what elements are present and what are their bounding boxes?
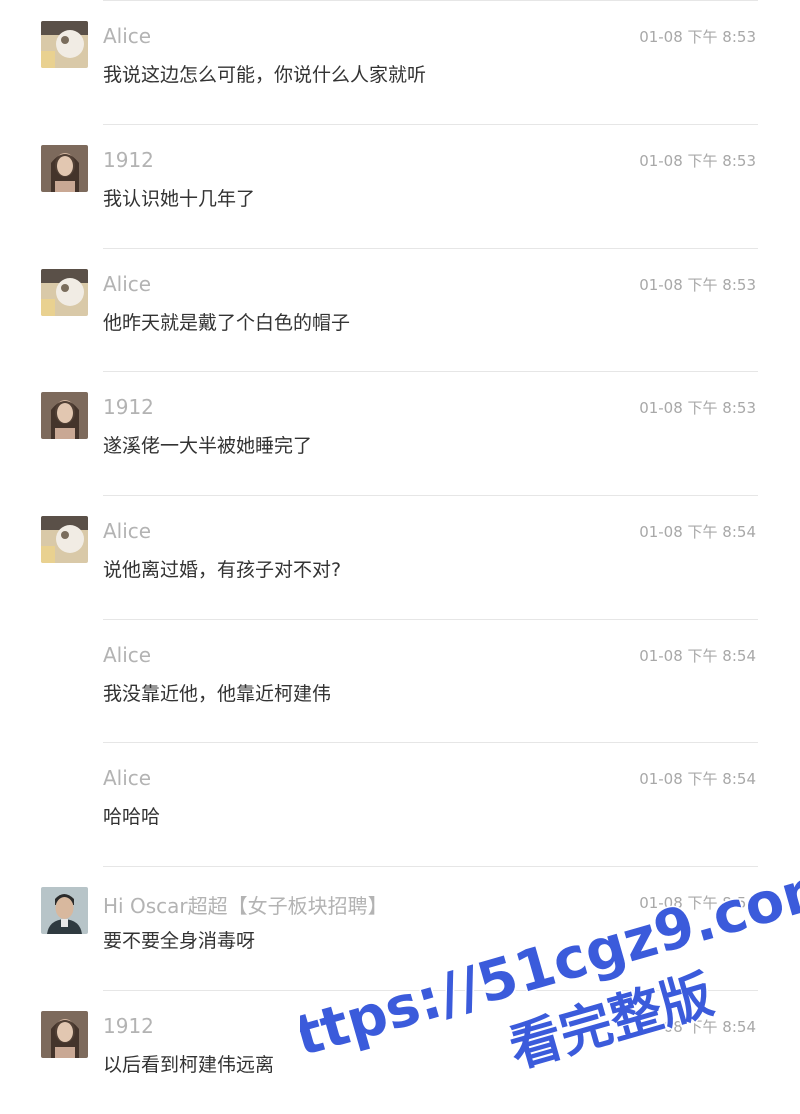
sender-name[interactable]: 1912 [103, 395, 154, 419]
sender-name[interactable]: Alice [103, 766, 151, 790]
sender-name[interactable]: Alice [103, 643, 151, 667]
message-time: 01-08 下午 8:54 [639, 770, 756, 788]
sender-name[interactable]: 1912 [103, 148, 154, 172]
message-divider [103, 0, 758, 1]
message-divider [103, 495, 758, 496]
message-divider [103, 248, 758, 249]
sender-name[interactable]: Alice [103, 519, 151, 543]
message-text: 我说这边怎么可能，你说什么人家就听 [103, 64, 427, 86]
message-divider [103, 742, 758, 743]
alice-avatar-icon[interactable] [41, 21, 88, 68]
message-divider [103, 619, 758, 620]
message-divider [103, 990, 758, 991]
message-text: 以后看到柯建伟远离 [103, 1054, 275, 1076]
1912-avatar-icon[interactable] [41, 392, 88, 439]
oscar-avatar-icon[interactable] [41, 887, 88, 934]
alice-avatar-icon[interactable] [41, 269, 88, 316]
message-item: Hi Oscar超超【女子板块招聘】 01-08 下午 8:54 要不要全身消毒… [0, 866, 800, 990]
message-text: 我认识她十几年了 [103, 188, 256, 210]
message-item: Alice 01-08 下午 8:53 他昨天就是戴了个白色的帽子 [0, 248, 800, 372]
1912-avatar-icon[interactable] [41, 145, 88, 192]
message-text: 哈哈哈 [103, 806, 161, 828]
message-time: 01-08 下午 8:54 [639, 894, 756, 912]
1912-avatar-icon[interactable] [41, 1011, 88, 1058]
message-item: Alice 01-08 下午 8:53 我说这边怎么可能，你说什么人家就听 [0, 0, 800, 124]
sender-name[interactable]: Alice [103, 24, 151, 48]
message-item: Alice 01-08 下午 8:54 说他离过婚，有孩子对不对? [0, 495, 800, 619]
message-time: 01-08 下午 8:53 [639, 399, 756, 417]
sender-name[interactable]: Alice [103, 272, 151, 296]
message-text: 遂溪佬一大半被她睡完了 [103, 435, 313, 457]
sender-name[interactable]: Hi Oscar超超【女子板块招聘】 [103, 890, 388, 919]
message-text: 他昨天就是戴了个白色的帽子 [103, 312, 351, 334]
message-divider [103, 866, 758, 867]
message-time: 01-08 下午 8:54 [639, 647, 756, 665]
alice-avatar-icon[interactable] [41, 516, 88, 563]
message-time: 01-08 下午 8:54 [639, 523, 756, 541]
message-time: 01-08 下午 8:53 [639, 276, 756, 294]
message-divider [103, 124, 758, 125]
message-divider [103, 371, 758, 372]
message-time: 01-08 下午 8:54 [639, 1018, 756, 1036]
message-text: 我没靠近他，他靠近柯建伟 [103, 683, 332, 705]
sender-name[interactable]: 1912 [103, 1014, 154, 1038]
message-item: 1912 01-08 下午 8:53 我认识她十几年了 [0, 124, 800, 248]
message-item: Alice 01-08 下午 8:54 我没靠近他，他靠近柯建伟 [0, 619, 800, 743]
message-item: Alice 01-08 下午 8:54 哈哈哈 [0, 742, 800, 866]
message-time: 01-08 下午 8:53 [639, 152, 756, 170]
message-item: 1912 01-08 下午 8:54 以后看到柯建伟远离 [0, 990, 800, 1114]
message-text: 要不要全身消毒呀 [103, 930, 256, 952]
message-text: 说他离过婚，有孩子对不对? [103, 559, 342, 581]
message-time: 01-08 下午 8:53 [639, 28, 756, 46]
message-item: 1912 01-08 下午 8:53 遂溪佬一大半被她睡完了 [0, 371, 800, 495]
